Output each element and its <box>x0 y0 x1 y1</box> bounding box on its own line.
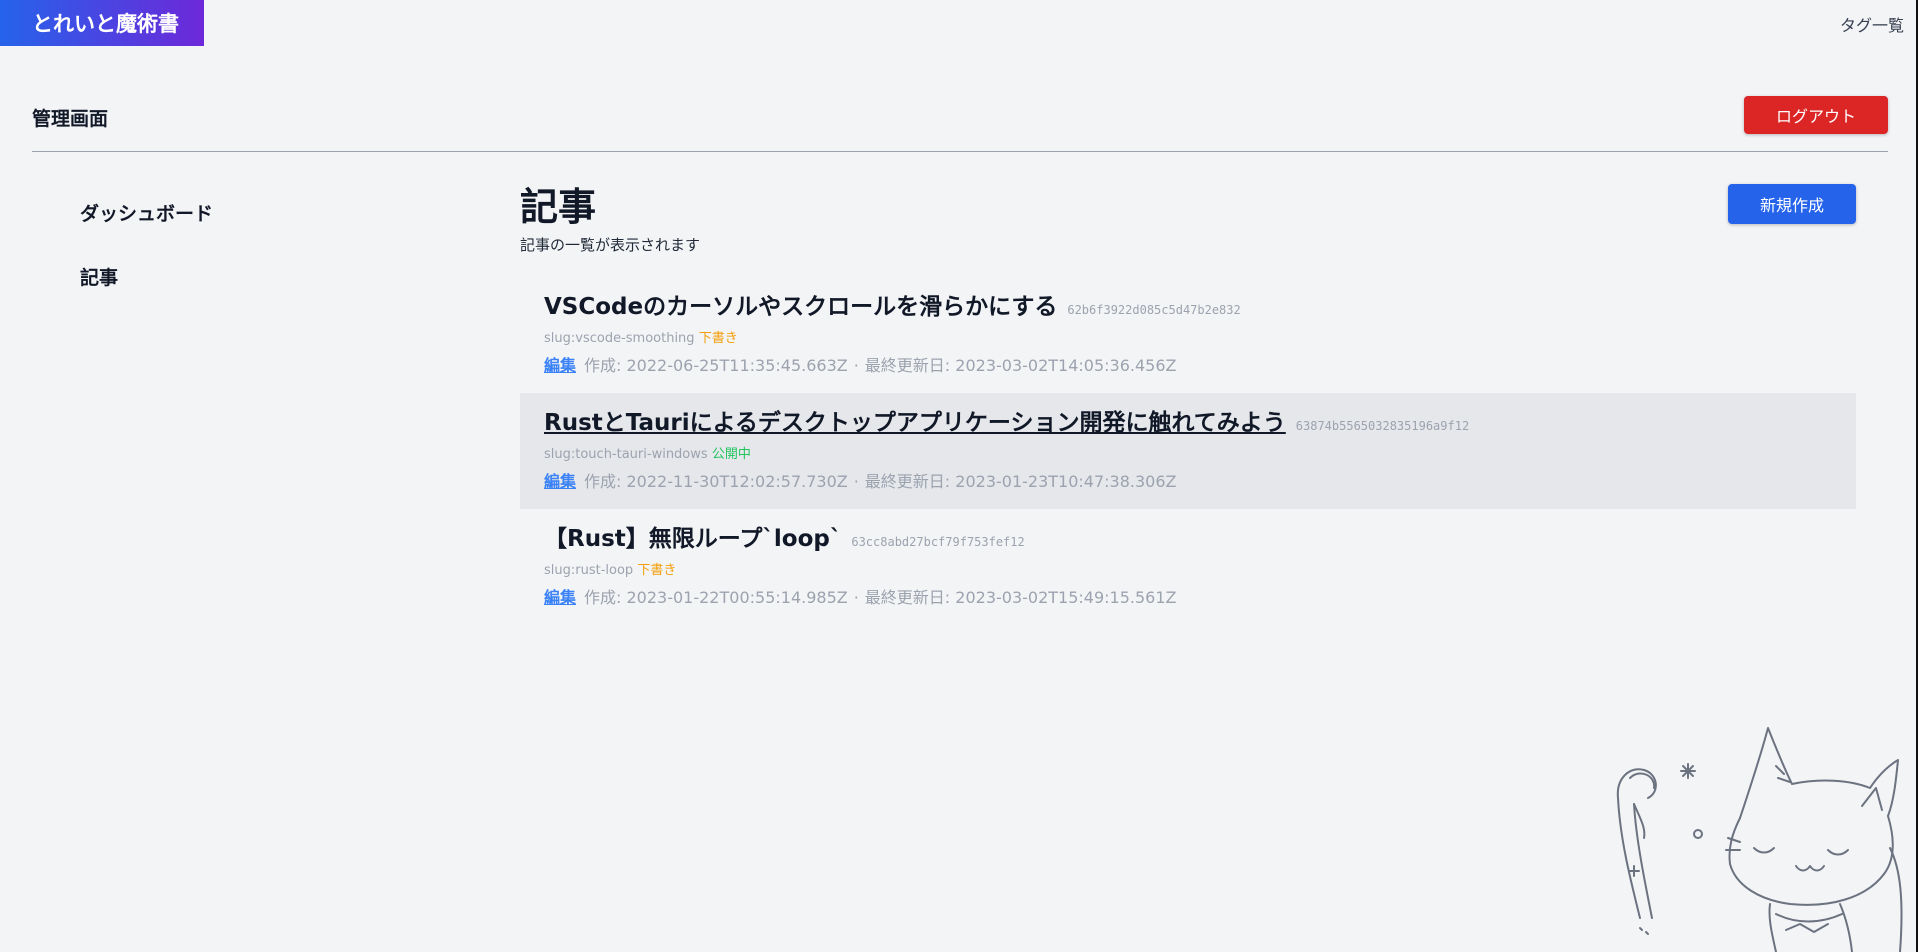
article-item: RustとTauriによるデスクトップアプリケーション開発に触れてみよう 638… <box>520 393 1856 509</box>
article-title-link[interactable]: 【Rust】無限ループ`loop` <box>544 519 841 553</box>
article-title-link[interactable]: RustとTauriによるデスクトップアプリケーション開発に触れてみよう <box>544 403 1286 437</box>
page-description: 記事の一覧が表示されます <box>520 236 701 254</box>
article-meta: 編集 作成: 2023-01-22T00:55:14.985Z · 最終更新日: 20… <box>544 584 1832 608</box>
article-id: 63874b5565032835196a9f12 <box>1295 419 1470 433</box>
updated-label: 最終更新日: <box>864 472 956 491</box>
updated-date: 2023-03-02T15:49:15.561Z <box>955 588 1177 607</box>
main-content: 記事 記事の一覧が表示されます 新規作成 VSCodeのカーソルやスクロールを滑… <box>520 182 1856 625</box>
status-badge: 下書き <box>637 563 677 578</box>
edit-link[interactable]: 編集 <box>544 356 576 375</box>
status-badge: 公開中 <box>711 447 751 462</box>
article-id: 62b6f3922d085c5d47b2e832 <box>1067 303 1241 317</box>
article-item: VSCodeのカーソルやスクロールを滑らかにする 62b6f3922d085c5… <box>520 277 1856 393</box>
sidebar: ダッシュボード 記事 <box>80 198 213 326</box>
logout-button[interactable]: ログアウト <box>1744 96 1888 134</box>
updated-label: 最終更新日: <box>864 588 956 607</box>
site-logo[interactable]: とれいと魔術書 <box>0 0 204 46</box>
created-label: 作成: <box>584 588 627 607</box>
created-date: 2023-01-22T00:55:14.985Z <box>626 588 848 607</box>
cat-wizard-illustration-icon <box>1616 727 1903 952</box>
updated-label: 最終更新日: <box>864 356 956 375</box>
article-slug: slug:vscode-smoothing <box>544 331 695 346</box>
article-title-link[interactable]: VSCodeのカーソルやスクロールを滑らかにする <box>544 287 1057 321</box>
meta-separator: · <box>853 588 859 607</box>
article-slug-line: slug:touch-tauri-windows 公開中 <box>544 443 1832 462</box>
admin-title: 管理画面 <box>32 108 109 130</box>
status-badge: 下書き <box>698 331 738 346</box>
sidebar-item-dashboard[interactable]: ダッシュボード <box>80 198 213 262</box>
tags-link[interactable]: タグ一覧 <box>1840 12 1904 36</box>
article-meta: 編集 作成: 2022-11-30T12:02:57.730Z · 最終更新日: 20… <box>544 468 1832 492</box>
article-list: VSCodeのカーソルやスクロールを滑らかにする 62b6f3922d085c5… <box>520 277 1856 625</box>
page-title: 記事 <box>520 185 597 229</box>
admin-header: 管理画面 ログアウト <box>32 96 1888 152</box>
edit-link[interactable]: 編集 <box>544 472 576 491</box>
article-slug: slug:touch-tauri-windows <box>544 447 708 462</box>
created-label: 作成: <box>584 472 627 491</box>
article-slug-line: slug:vscode-smoothing 下書き <box>544 327 1832 346</box>
article-id: 63cc8abd27bcf79f753fef12 <box>851 535 1025 549</box>
article-item: 【Rust】無限ループ`loop` 63cc8abd27bcf79f753fef… <box>520 509 1856 625</box>
created-date: 2022-11-30T12:02:57.730Z <box>626 472 848 491</box>
created-date: 2022-06-25T11:35:45.663Z <box>626 356 848 375</box>
meta-separator: · <box>853 356 859 375</box>
article-slug: slug:rust-loop <box>544 563 634 578</box>
updated-date: 2023-01-23T10:47:38.306Z <box>955 472 1177 491</box>
created-label: 作成: <box>584 356 627 375</box>
updated-date: 2023-03-02T14:05:36.456Z <box>955 356 1177 375</box>
article-slug-line: slug:rust-loop 下書き <box>544 559 1832 578</box>
new-article-button[interactable]: 新規作成 <box>1728 184 1856 224</box>
sidebar-item-articles[interactable]: 記事 <box>80 262 213 326</box>
meta-separator: · <box>853 472 859 491</box>
article-meta: 編集 作成: 2022-06-25T11:35:45.663Z · 最終更新日: 20… <box>544 352 1832 376</box>
edit-link[interactable]: 編集 <box>544 588 576 607</box>
